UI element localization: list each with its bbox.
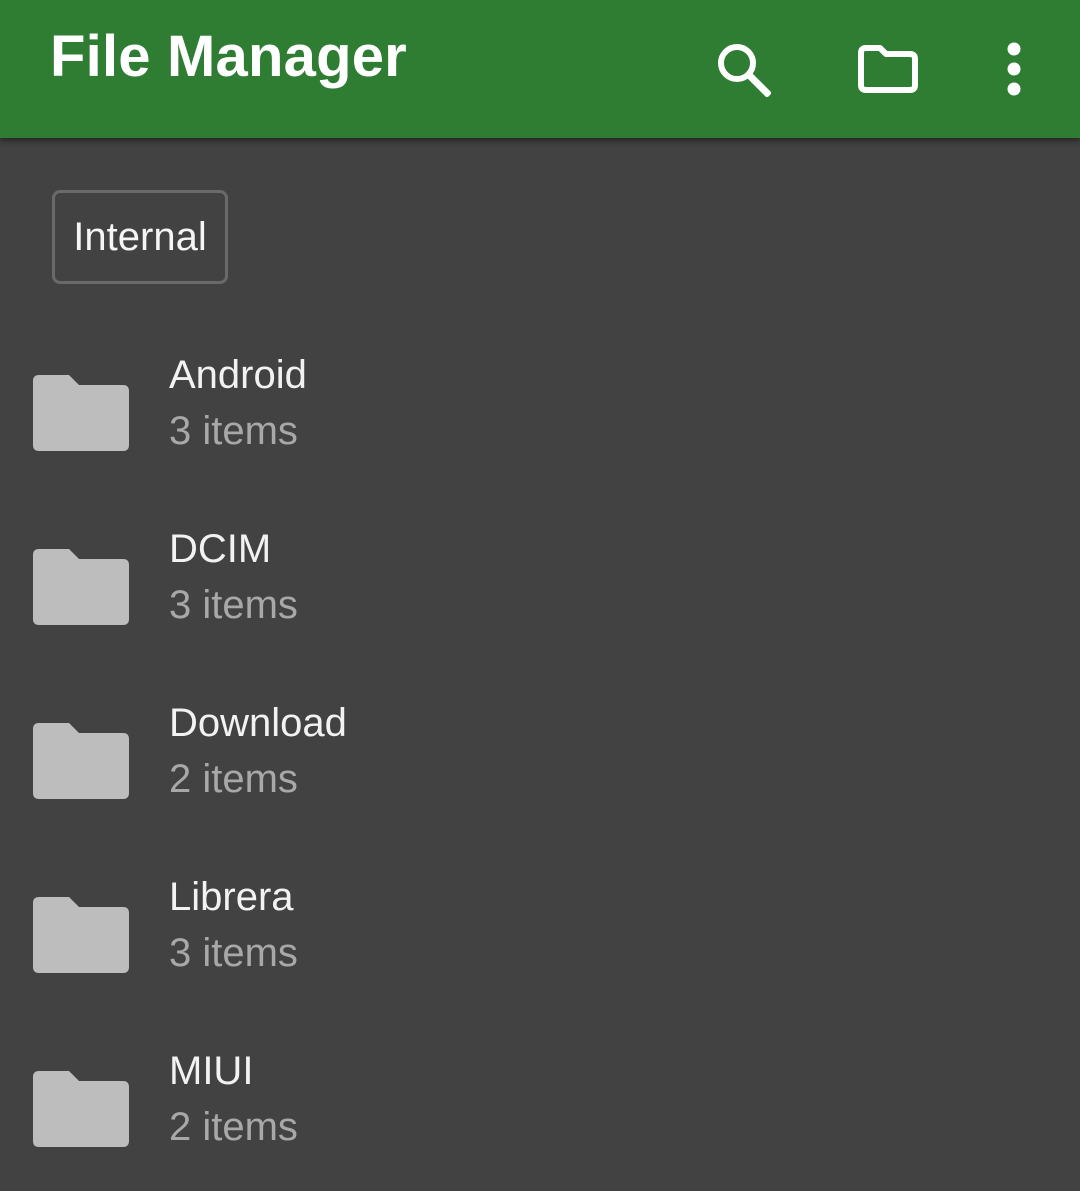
app-bar: File Manager [0,0,1080,138]
search-button[interactable] [693,19,793,119]
folder-name: MIUI [169,1049,254,1093]
open-folder-button[interactable] [838,19,938,119]
list-item[interactable]: Android 3 items [0,320,1080,494]
storage-label: Internal [73,214,207,259]
folder-icon [33,549,129,625]
list-item[interactable]: Download 2 items [0,668,1080,842]
list-item[interactable]: MIUI 2 items [0,1016,1080,1190]
folder-icon [33,723,129,799]
app-title: File Manager [50,24,407,89]
file-list: Android 3 items DCIM 3 items Download 2 … [0,320,1080,1190]
item-count: 2 items [169,1105,298,1149]
folder-icon [858,45,918,93]
more-vert-icon [1007,42,1021,96]
folder-name: DCIM [169,527,272,571]
folder-icon [33,897,129,973]
folder-icon [33,1071,129,1147]
search-icon [718,44,771,97]
folder-icon [33,375,129,451]
item-count: 2 items [169,757,298,801]
item-count: 3 items [169,583,298,627]
item-count: 3 items [169,931,298,975]
folder-name: Android [169,353,307,397]
more-options-button[interactable] [964,19,1064,119]
folder-name: Download [169,701,347,745]
list-item[interactable]: DCIM 3 items [0,494,1080,668]
storage-selector-internal[interactable]: Internal [52,190,228,284]
file-browser: Internal Android 3 items DCIM 3 items Do… [0,138,1080,1191]
list-item[interactable]: Librera 3 items [0,842,1080,1016]
folder-name: Librera [169,875,294,919]
item-count: 3 items [169,409,298,453]
